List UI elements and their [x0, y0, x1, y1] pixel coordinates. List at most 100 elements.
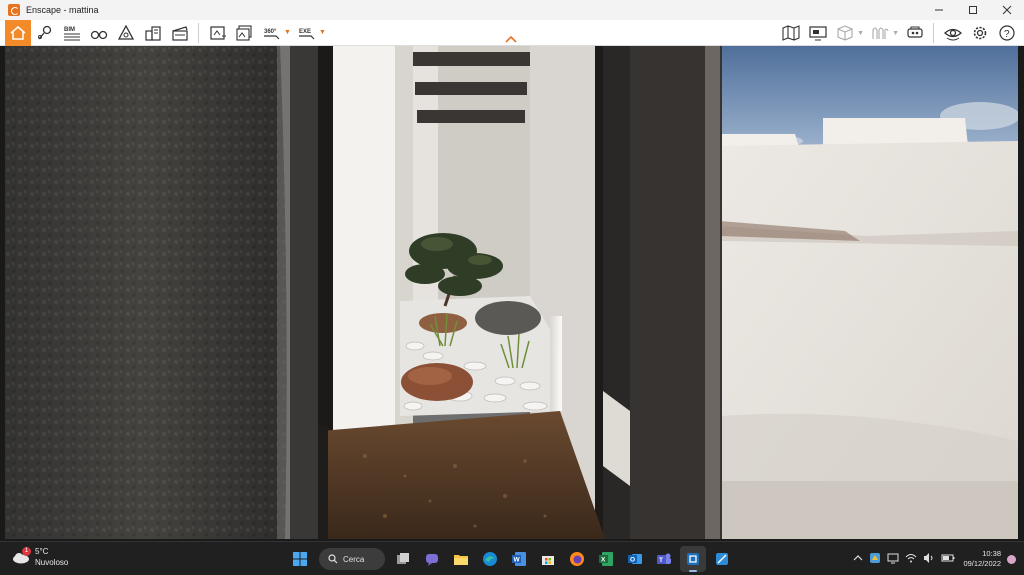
buildings-icon	[145, 25, 161, 41]
clock-date: 09/12/2022	[963, 559, 1001, 568]
firefox-icon	[570, 552, 584, 566]
settings-button[interactable]	[967, 21, 993, 45]
minimize-icon	[935, 9, 943, 11]
search-icon	[328, 554, 338, 564]
teams-button[interactable]: T	[651, 546, 677, 572]
exe-export-icon: EXE	[298, 29, 315, 39]
outlook-icon: O	[628, 554, 642, 564]
minimize-button[interactable]	[922, 0, 956, 20]
file-explorer-button[interactable]	[448, 546, 474, 572]
collapse-toolbar-icon[interactable]	[505, 35, 517, 43]
batch-render-button[interactable]	[232, 21, 258, 45]
exe-dropdown-icon[interactable]: ▼	[319, 29, 326, 36]
word-button[interactable]: W	[506, 546, 532, 572]
volume-icon[interactable]	[923, 552, 935, 566]
monitor-button[interactable]	[805, 21, 831, 45]
materials-dropdown-icon[interactable]: ▼	[892, 30, 899, 37]
enscape-icon	[716, 553, 728, 565]
location-button[interactable]	[32, 21, 58, 45]
battery-icon[interactable]	[941, 552, 955, 566]
binoculars-button[interactable]	[86, 21, 112, 45]
svg-text:W: W	[514, 557, 521, 564]
cloud-icon: 1	[12, 547, 32, 565]
store-icon	[542, 556, 554, 565]
binoculars-icon	[90, 30, 108, 39]
taskbar-apps: Cerca W X O T	[287, 546, 738, 572]
taskbar-search[interactable]: Cerca	[319, 548, 385, 570]
exe-export-button[interactable]: EXE	[294, 21, 320, 45]
vr-headset-icon	[907, 26, 923, 38]
title-bar: Enscape - mattina	[0, 0, 1024, 20]
screenshot-export-icon	[210, 25, 226, 40]
bim-button[interactable]: BIM	[59, 21, 85, 45]
task-view-icon	[397, 553, 409, 564]
monitor-icon	[809, 26, 827, 41]
enscape-button[interactable]	[709, 546, 735, 572]
eye-icon	[944, 28, 962, 41]
materials-button[interactable]	[867, 21, 893, 45]
edge-icon	[483, 552, 497, 566]
teams-chat-icon	[426, 554, 438, 566]
wifi-icon[interactable]	[905, 552, 917, 566]
svg-text:O: O	[630, 557, 635, 564]
cube-icon	[837, 25, 853, 41]
map-icon	[782, 25, 800, 41]
home-icon	[10, 25, 26, 40]
map-button[interactable]	[778, 21, 804, 45]
outlook-button[interactable]: O	[622, 546, 648, 572]
sketchup-button[interactable]	[680, 546, 706, 572]
visual-settings-button[interactable]	[940, 21, 966, 45]
excel-icon: X	[599, 552, 613, 566]
weather-widget[interactable]: 1 5°C Nuvoloso	[12, 546, 68, 568]
store-button[interactable]	[535, 546, 561, 572]
chevron-up-icon[interactable]	[853, 554, 863, 564]
vr-button[interactable]	[902, 21, 928, 45]
teams-chat-button[interactable]	[419, 546, 445, 572]
toolbar-separator	[933, 23, 934, 43]
teams-icon: T	[657, 553, 671, 564]
windows-taskbar: 1 5°C Nuvoloso Cerca W X O T 10:38 09/12…	[0, 541, 1024, 575]
render-viewport[interactable]	[5, 46, 1018, 539]
panorama-360-icon: 360°	[264, 29, 280, 39]
maximize-button[interactable]	[956, 0, 990, 20]
panorama-dropdown-icon[interactable]: ▼	[284, 29, 291, 36]
clock[interactable]: 10:38 09/12/2022	[963, 549, 1001, 569]
notification-icon[interactable]	[1007, 554, 1016, 564]
start-button[interactable]	[287, 546, 313, 572]
video-button[interactable]	[167, 21, 193, 45]
enscape-logo-icon	[8, 4, 20, 16]
weather-badge: 1	[22, 547, 31, 556]
home-button[interactable]	[5, 19, 31, 46]
svg-text:EXE: EXE	[299, 29, 311, 35]
cube-dropdown-icon[interactable]: ▼	[857, 30, 864, 37]
batch-render-icon	[236, 24, 252, 41]
cube-button[interactable]	[832, 21, 858, 45]
close-button[interactable]	[990, 0, 1024, 20]
windows-start-icon	[293, 552, 307, 566]
clapperboard-icon	[172, 25, 188, 41]
excel-button[interactable]: X	[593, 546, 619, 572]
display-icon[interactable]	[887, 552, 899, 566]
close-icon	[1002, 5, 1012, 15]
firefox-button[interactable]	[564, 546, 590, 572]
search-label: Cerca	[343, 554, 365, 564]
svg-text:T: T	[659, 557, 663, 564]
cloud-sync-icon[interactable]	[869, 552, 881, 566]
weather-temp: 5°C	[35, 547, 49, 556]
triangle-tool-button[interactable]	[113, 21, 139, 45]
materials-icon	[872, 27, 889, 39]
weather-text: 5°C Nuvoloso	[35, 546, 68, 568]
help-button[interactable]: ?	[994, 21, 1020, 45]
svg-text:X: X	[601, 557, 606, 564]
task-view-button[interactable]	[390, 546, 416, 572]
gear-icon	[973, 26, 987, 40]
svg-text:360°: 360°	[264, 29, 277, 35]
buildings-button[interactable]	[140, 21, 166, 45]
toolbar-right-group: ▼ ▼ ?	[777, 20, 1024, 46]
screenshot-export-button[interactable]	[205, 21, 231, 45]
edge-button[interactable]	[477, 546, 503, 572]
svg-text:BIM: BIM	[64, 27, 75, 33]
panorama-button[interactable]: 360°	[259, 21, 285, 45]
rendered-scene	[5, 46, 1018, 539]
clock-time: 10:38	[982, 549, 1001, 558]
